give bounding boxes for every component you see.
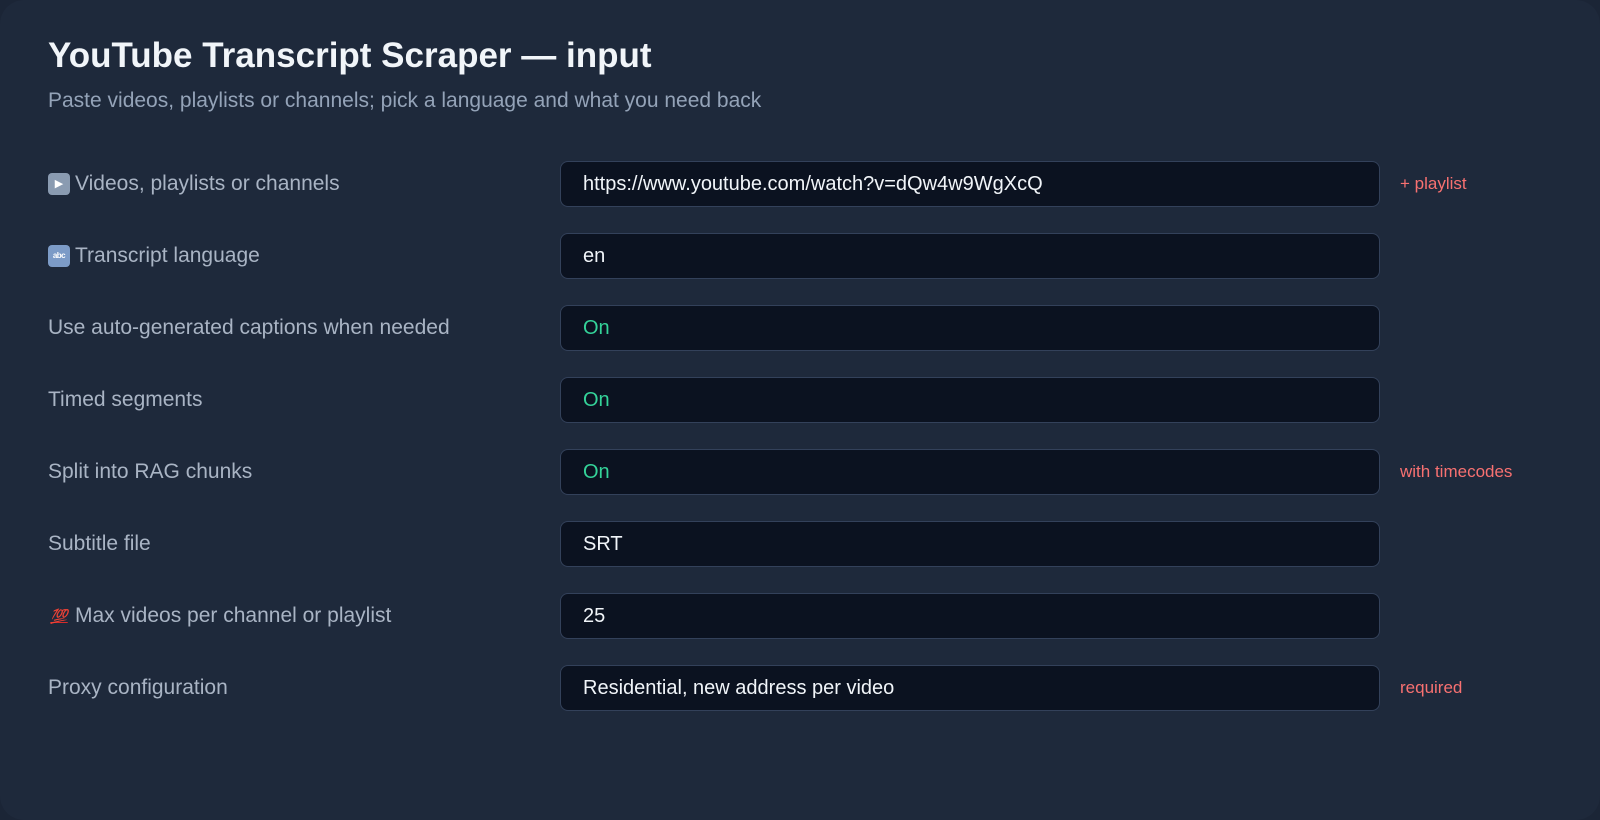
start-urls-label: ▶ Videos, playlists or channels [48,167,340,201]
row-rag-chunks: Split into RAG chunks On with timecodes [0,449,1600,521]
timed-segments-label: Timed segments [48,388,203,411]
row-proxy: Proxy configuration Residential, new add… [0,665,1600,737]
input-form: ▶ Videos, playlists or channels + playli… [0,161,1600,737]
start-urls-label-text: Videos, playlists or channels [75,172,340,195]
language-label-text: Transcript language [75,244,260,267]
page-subtitle: Paste videos, playlists or channels; pic… [48,89,762,112]
row-max-videos: 💯 Max videos per channel or playlist [0,593,1600,665]
proxy-select[interactable]: Residential, new address per video [560,665,1380,711]
row-language: abc Transcript language [0,233,1600,305]
proxy-label: Proxy configuration [48,676,228,699]
timed-segments-toggle[interactable]: On [560,377,1380,423]
row-subtitle-file: Subtitle file SRT [0,521,1600,593]
abc-input-icon: abc [48,245,70,267]
max-videos-label: 💯 Max videos per channel or playlist [48,599,391,633]
start-urls-input[interactable] [560,161,1380,207]
hundred-points-icon: 💯 [50,608,68,624]
language-label: abc Transcript language [48,239,260,273]
proxy-note: required [1400,678,1463,697]
subtitle-file-label: Subtitle file [48,532,151,555]
language-input[interactable] [560,233,1380,279]
max-videos-input[interactable] [560,593,1380,639]
input-panel: YouTube Transcript Scraper — input Paste… [0,0,1600,820]
auto-captions-label: Use auto-generated captions when needed [48,316,450,339]
start-urls-note: + playlist [1400,174,1467,193]
rag-chunks-label: Split into RAG chunks [48,460,253,483]
rag-chunks-note: with timecodes [1400,462,1513,481]
rag-chunks-toggle[interactable]: On [560,449,1380,495]
row-timed-segments: Timed segments On [0,377,1600,449]
subtitle-file-select[interactable]: SRT [560,521,1380,567]
row-start-urls: ▶ Videos, playlists or channels + playli… [0,161,1600,233]
page-title: YouTube Transcript Scraper — input [48,36,652,75]
auto-captions-toggle[interactable]: On [560,305,1380,351]
max-videos-label-text: Max videos per channel or playlist [75,604,392,627]
row-auto-captions: Use auto-generated captions when needed … [0,305,1600,377]
play-button-icon: ▶ [48,173,70,195]
